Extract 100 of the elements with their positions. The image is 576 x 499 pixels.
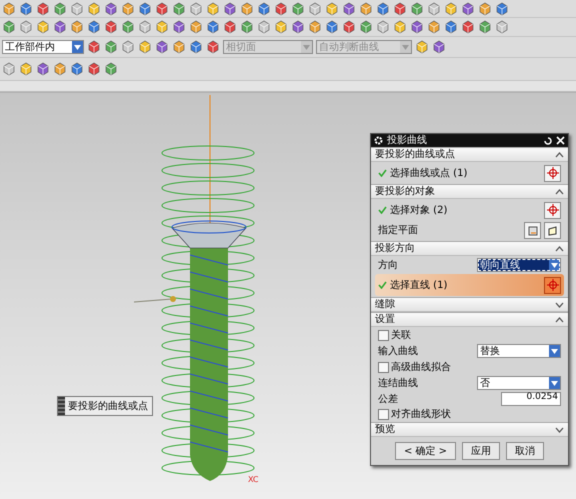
box-icon[interactable] — [36, 2, 50, 16]
reset-icon[interactable] — [543, 136, 552, 145]
box-icon[interactable] — [172, 40, 186, 54]
box-icon[interactable] — [36, 62, 50, 76]
box-icon[interactable] — [104, 40, 118, 54]
section-header[interactable]: 设置 — [371, 312, 568, 327]
box-icon[interactable] — [393, 2, 407, 16]
box-icon[interactable] — [461, 2, 475, 16]
select-button[interactable] — [544, 202, 561, 218]
dialog-button[interactable]: < 确定 > — [394, 442, 456, 460]
box-icon[interactable] — [2, 2, 16, 16]
expand-icon[interactable] — [555, 302, 564, 308]
box-icon[interactable] — [19, 20, 33, 34]
box-icon[interactable] — [138, 20, 152, 34]
section-header[interactable]: 预览 — [371, 422, 568, 437]
box-icon[interactable] — [155, 20, 169, 34]
box-icon[interactable] — [104, 2, 118, 16]
box-icon[interactable] — [87, 2, 101, 16]
box-icon[interactable] — [70, 2, 84, 16]
collapse-icon[interactable] — [555, 152, 564, 158]
box-icon[interactable] — [189, 20, 203, 34]
box-icon[interactable] — [87, 20, 101, 34]
box-icon[interactable] — [138, 40, 152, 54]
filter-dropdown[interactable]: 工作部件内 — [2, 40, 84, 54]
box-icon[interactable] — [87, 40, 101, 54]
box-icon[interactable] — [325, 20, 339, 34]
box-icon[interactable] — [410, 20, 424, 34]
box-icon[interactable] — [155, 2, 169, 16]
box-icon[interactable] — [121, 20, 135, 34]
collapse-icon[interactable] — [555, 316, 564, 322]
box-icon[interactable] — [325, 2, 339, 16]
box-icon[interactable] — [444, 2, 458, 16]
box-icon[interactable] — [444, 20, 458, 34]
checkbox[interactable] — [378, 408, 389, 420]
box-icon[interactable] — [206, 40, 220, 54]
box-icon[interactable] — [359, 20, 373, 34]
box-icon[interactable] — [461, 20, 475, 34]
box-icon[interactable] — [19, 2, 33, 16]
caret-icon[interactable] — [551, 380, 558, 386]
caret-icon[interactable] — [551, 262, 558, 268]
dialog-button[interactable]: 取消 — [506, 442, 544, 460]
box-icon[interactable] — [2, 20, 16, 34]
checkbox[interactable] — [378, 330, 389, 340]
box-icon[interactable] — [189, 40, 203, 54]
box-icon[interactable] — [432, 40, 446, 54]
section-header[interactable]: 投影方向 — [371, 241, 568, 256]
close-icon[interactable] — [556, 136, 565, 145]
box-icon[interactable] — [172, 2, 186, 16]
box-icon[interactable] — [308, 2, 322, 16]
box-icon[interactable] — [53, 2, 67, 16]
section-header[interactable]: 缝隙 — [371, 297, 568, 312]
box-icon[interactable] — [104, 62, 118, 76]
box-icon[interactable] — [342, 20, 356, 34]
box-icon[interactable] — [53, 20, 67, 34]
section-header[interactable]: 要投影的曲线或点 — [371, 147, 568, 162]
select-button[interactable] — [544, 276, 561, 294]
select-button[interactable] — [544, 164, 561, 182]
box-icon[interactable] — [342, 2, 356, 16]
checkbox[interactable] — [378, 362, 389, 372]
collapse-icon[interactable] — [555, 188, 564, 194]
box-icon[interactable] — [223, 2, 237, 16]
plane-dialog-button[interactable] — [524, 222, 541, 239]
caret-icon[interactable] — [74, 44, 81, 50]
box-icon[interactable] — [70, 62, 84, 76]
box-icon[interactable] — [359, 2, 373, 16]
caret-icon[interactable] — [551, 348, 558, 354]
box-icon[interactable] — [155, 40, 169, 54]
box-icon[interactable] — [291, 2, 305, 16]
box-icon[interactable] — [189, 2, 203, 16]
box-icon[interactable] — [53, 62, 67, 76]
box-icon[interactable] — [172, 20, 186, 34]
box-icon[interactable] — [376, 2, 390, 16]
box-icon[interactable] — [427, 20, 441, 34]
box-icon[interactable] — [257, 20, 271, 34]
selection-row[interactable]: 选择对象 (2) — [375, 200, 564, 220]
box-icon[interactable] — [240, 20, 254, 34]
selection-row[interactable]: 选择直线 (1) — [375, 274, 564, 296]
box-icon[interactable] — [274, 20, 288, 34]
box-icon[interactable] — [308, 20, 322, 34]
box-icon[interactable] — [240, 2, 254, 16]
box-icon[interactable] — [206, 2, 220, 16]
box-icon[interactable] — [291, 20, 305, 34]
box-icon[interactable] — [121, 40, 135, 54]
plane-button[interactable] — [544, 222, 561, 239]
selection-row[interactable]: 选择曲线或点 (1) — [375, 163, 564, 183]
box-icon[interactable] — [495, 2, 509, 16]
box-icon[interactable] — [393, 20, 407, 34]
box-icon[interactable] — [257, 2, 271, 16]
box-icon[interactable] — [87, 62, 101, 76]
box-icon[interactable] — [2, 62, 16, 76]
box-icon[interactable] — [223, 20, 237, 34]
box-icon[interactable] — [376, 20, 390, 34]
box-icon[interactable] — [138, 2, 152, 16]
collapse-icon[interactable] — [555, 246, 564, 252]
dropdown-field[interactable]: 否 — [477, 376, 561, 390]
box-icon[interactable] — [410, 2, 424, 16]
box-icon[interactable] — [415, 40, 429, 54]
box-icon[interactable] — [121, 2, 135, 16]
box-icon[interactable] — [36, 20, 50, 34]
box-icon[interactable] — [206, 20, 220, 34]
